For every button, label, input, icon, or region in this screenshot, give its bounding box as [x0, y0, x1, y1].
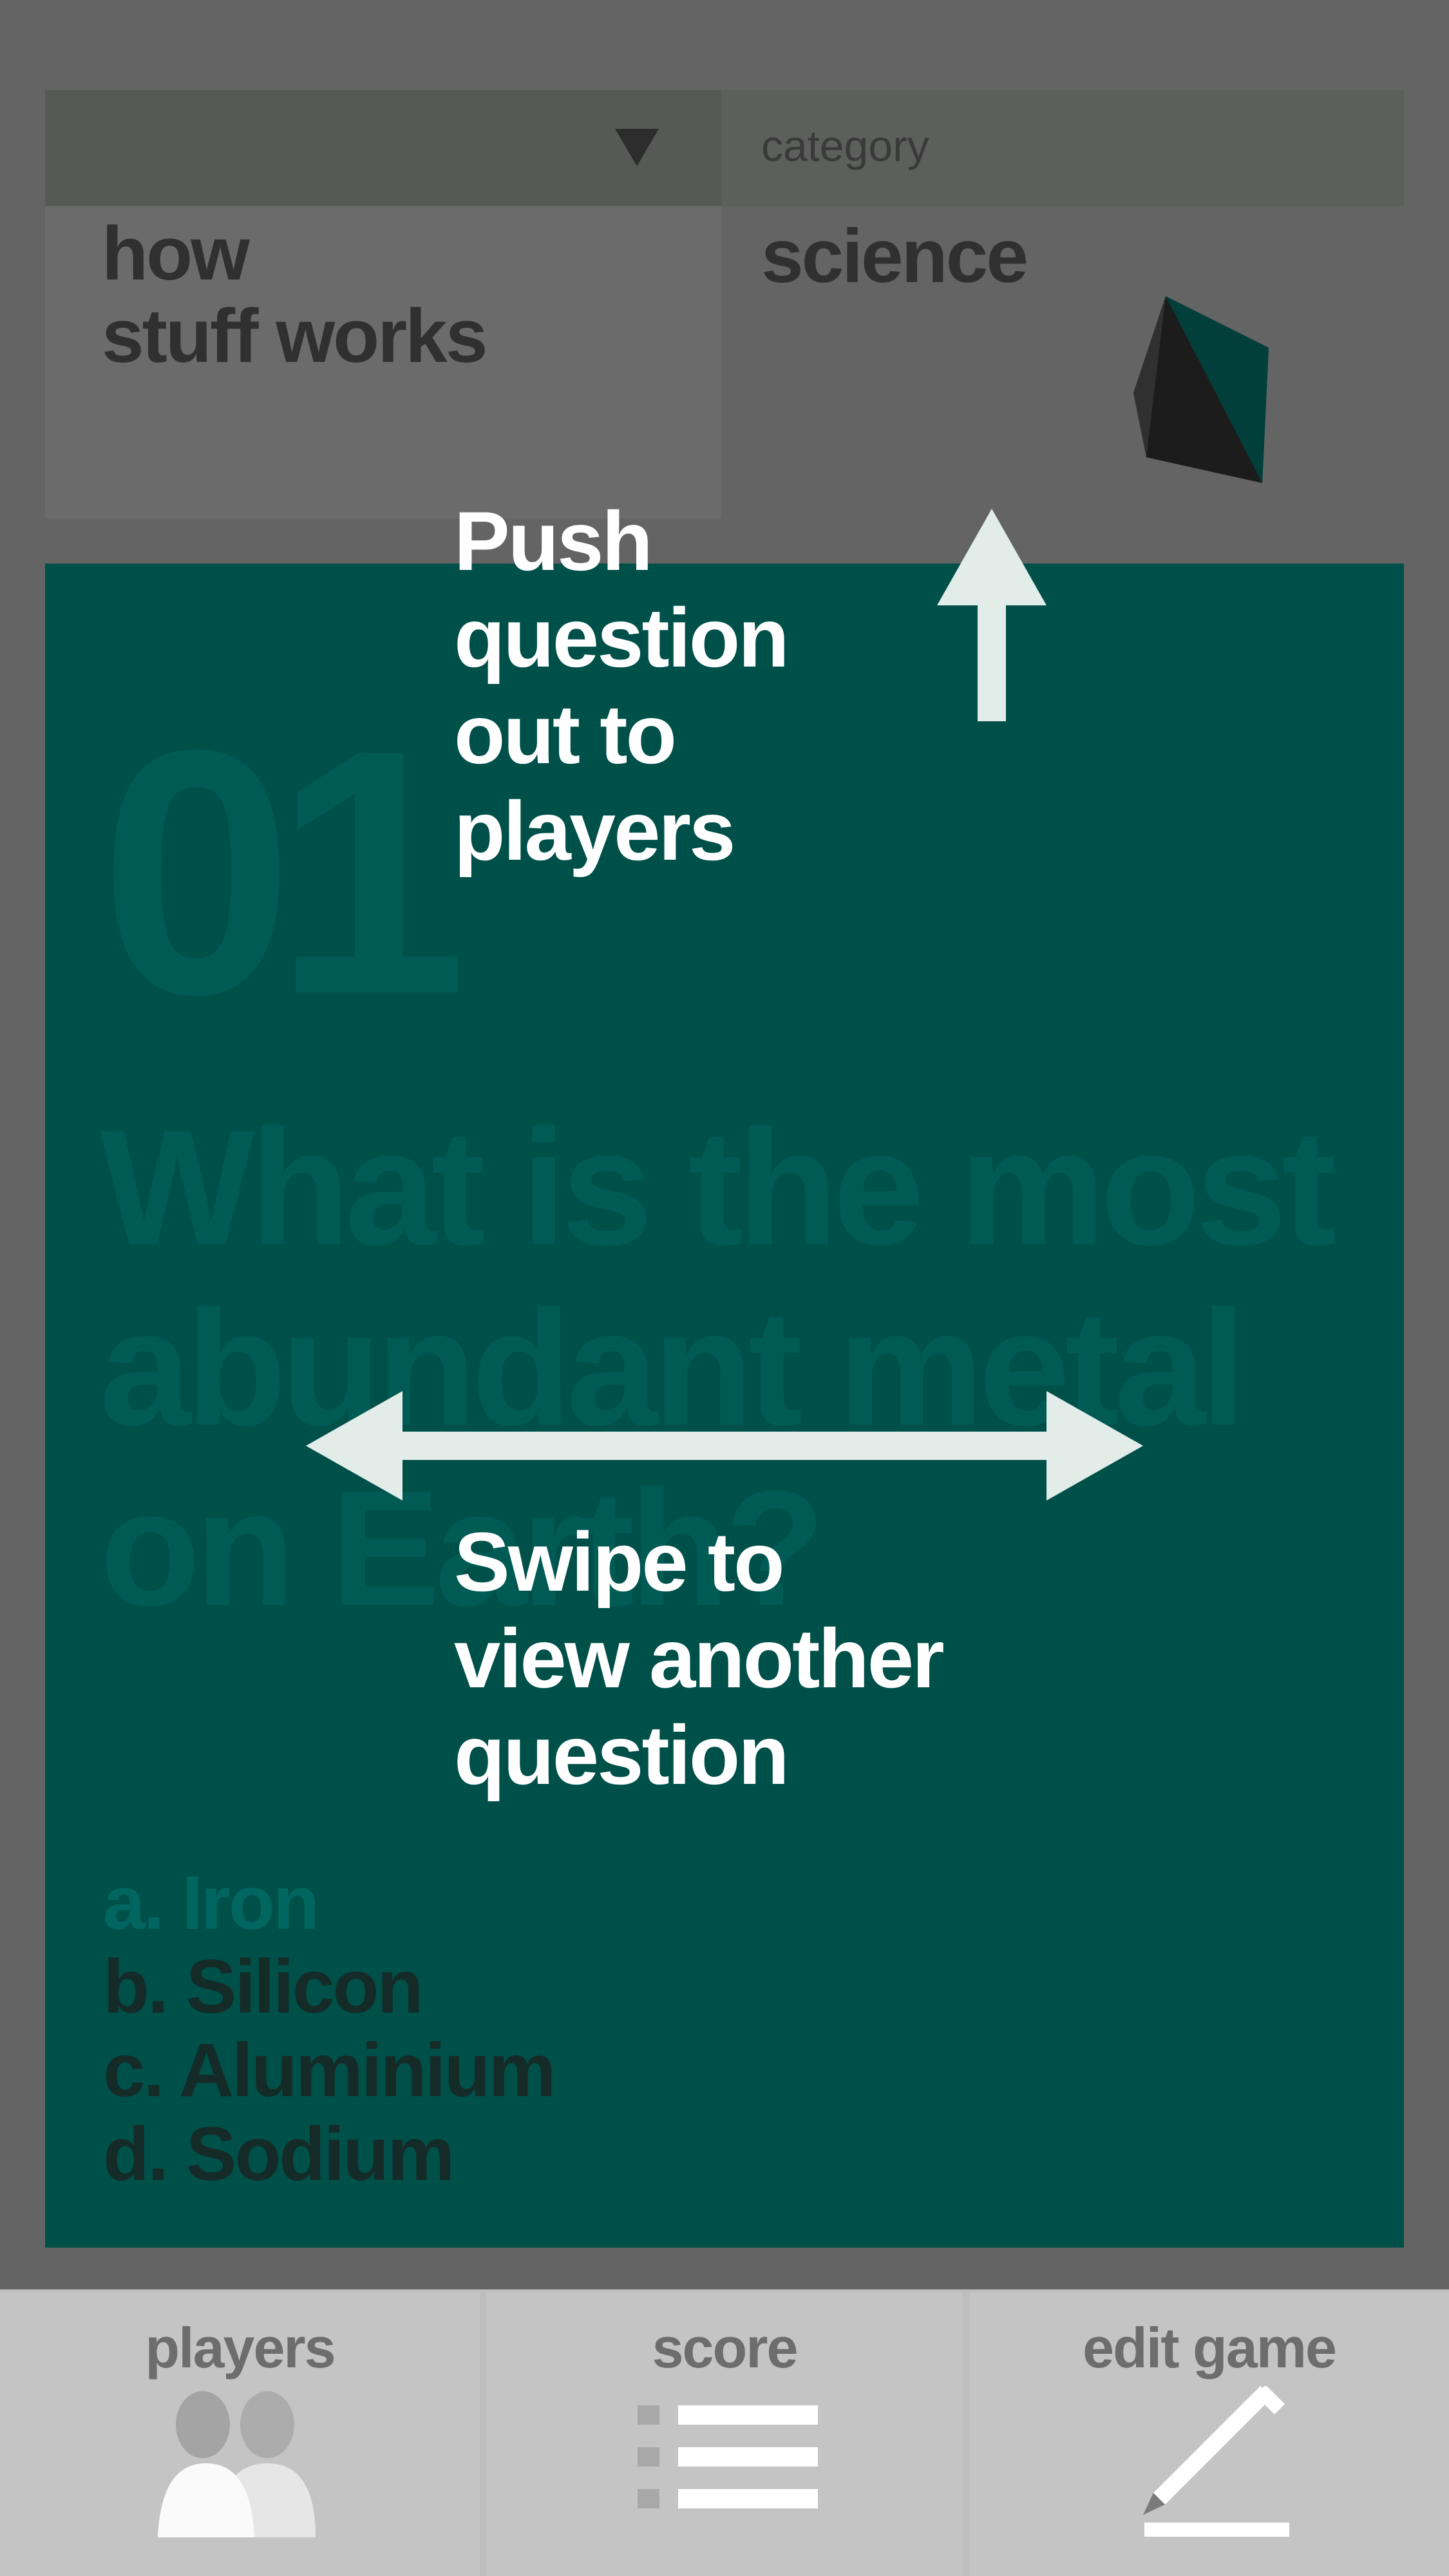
push-hint-line: players [454, 784, 735, 878]
push-hint-line: out to [454, 687, 677, 781]
tab-edit-game-label: edit game [1083, 2316, 1337, 2380]
tab-players[interactable]: players [0, 2293, 480, 2576]
push-hint: Push question out to players [454, 493, 905, 879]
players-icon [158, 2391, 316, 2537]
tab-score[interactable]: score [486, 2293, 963, 2576]
answer-c: c. Aluminium [103, 2028, 556, 2113]
answer-a: a. Iron [103, 1861, 319, 1946]
swipe-hint-line: view another [454, 1611, 945, 1705]
tab-players-label: players [145, 2316, 336, 2380]
topic-title: how stuff works [102, 211, 488, 379]
push-hint-line: question [454, 591, 790, 685]
tab-edit-game[interactable]: edit game [969, 2293, 1449, 2576]
swipe-hint-line: question [454, 1708, 790, 1802]
pencil-icon [1143, 2386, 1289, 2537]
answer-d: d. Sodium [103, 2112, 455, 2197]
triangle-down-icon[interactable] [615, 129, 659, 166]
topic-title-line2: stuff works [102, 294, 488, 379]
arrow-up-icon [937, 509, 1046, 721]
push-hint-line: Push [454, 494, 653, 588]
swipe-hint-line: Swipe to [454, 1515, 784, 1609]
question-number: 01 [100, 678, 468, 1066]
list-icon [638, 2405, 818, 2508]
gem-icon [1133, 296, 1269, 483]
topic-title-line1: how [102, 211, 250, 296]
arrow-left-right-icon [306, 1391, 1143, 1501]
swipe-hint: Swipe to view another question [454, 1513, 1098, 1803]
category-label: category [761, 122, 929, 171]
category-value: science [761, 214, 1028, 299]
answer-b: b. Silicon [103, 1944, 423, 2029]
tab-score-label: score [652, 2316, 799, 2380]
